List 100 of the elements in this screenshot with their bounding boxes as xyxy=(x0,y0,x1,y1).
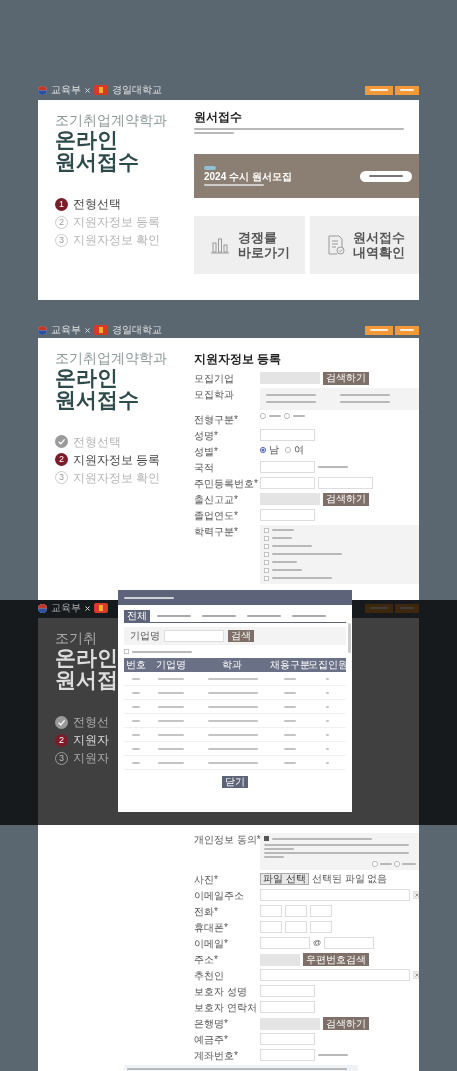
field-label: 성별* xyxy=(194,444,219,458)
program-title: 온라인 xyxy=(55,366,118,389)
badge xyxy=(204,166,216,170)
text-input[interactable] xyxy=(310,921,332,933)
program-title: 온라인 xyxy=(55,647,118,669)
text-input[interactable] xyxy=(285,905,307,917)
text-input[interactable] xyxy=(260,476,315,489)
blurred-text-drawing xyxy=(158,733,185,736)
blurred-text-drawing xyxy=(370,329,388,332)
search-button[interactable]: 검색하기 xyxy=(323,371,369,385)
section-heading: 지원자정보 등록 xyxy=(194,351,283,366)
banner-button[interactable] xyxy=(360,170,412,182)
text-input[interactable] xyxy=(260,508,315,521)
university-logo-icon xyxy=(94,85,108,95)
cross-icon xyxy=(85,327,90,333)
field-label: 계좌번호* xyxy=(194,1049,239,1062)
text-input[interactable] xyxy=(260,889,410,901)
blurred-text-drawing xyxy=(284,705,296,708)
readonly-field[interactable] xyxy=(260,372,320,384)
blurred-text-drawing xyxy=(325,747,329,750)
blurred-text-drawing xyxy=(208,719,259,722)
blurred-text-drawing xyxy=(208,705,259,708)
tab[interactable]: 전체 xyxy=(124,610,150,622)
text-input[interactable] xyxy=(260,1033,315,1045)
field-label: 이메일* xyxy=(194,937,229,950)
blurred-text-drawing xyxy=(325,719,329,722)
field-label: 사진* xyxy=(194,873,219,886)
blurred-text-drawing xyxy=(124,596,174,599)
scrollbar-thumb xyxy=(348,623,351,653)
close-icon xyxy=(413,891,419,899)
text-input[interactable] xyxy=(260,937,310,949)
shortcut-tile[interactable]: 원서접수 내역확인 xyxy=(310,216,419,274)
blurred-text-drawing xyxy=(208,677,259,680)
shortcut-tile[interactable]: 경쟁률 바로가기 xyxy=(194,216,305,274)
university-logo-icon xyxy=(94,325,108,336)
tile-label: 경쟁률 바로가기 xyxy=(237,230,290,260)
blurred-text-drawing xyxy=(284,747,296,750)
step-label: 전형선택 xyxy=(73,197,121,211)
blurred-text-drawing xyxy=(284,677,296,680)
field-label: 기업명 xyxy=(130,631,160,641)
search-button[interactable]: 검색하기 xyxy=(323,492,369,506)
text-input[interactable] xyxy=(164,630,224,642)
blurred-text-drawing xyxy=(400,329,414,332)
blurred-text-drawing xyxy=(131,733,140,736)
text-input[interactable] xyxy=(260,921,282,933)
file-status-text: 선택된 파일 없음 xyxy=(311,874,388,884)
tile-label: 원서접수 내역확인 xyxy=(352,230,405,260)
bar-chart-icon xyxy=(209,236,230,254)
search-button[interactable]: 검색 xyxy=(228,630,254,642)
readonly-field[interactable] xyxy=(260,493,320,505)
search-button[interactable]: 검색하기 xyxy=(323,1017,369,1030)
blurred-text-drawing xyxy=(131,747,140,750)
blurred-text-drawing xyxy=(132,650,192,653)
text-input[interactable] xyxy=(260,985,315,997)
field-label: 모집기업 xyxy=(194,371,235,385)
blurred-text-drawing xyxy=(284,719,296,722)
readonly-field[interactable] xyxy=(260,1017,320,1030)
field-label: 주민등록번호* xyxy=(194,476,256,490)
ministry-name: 교육부 xyxy=(51,325,81,336)
text-input[interactable] xyxy=(260,1001,315,1013)
file-button[interactable]: 파일 선택 xyxy=(260,873,309,885)
blurred-text-drawing xyxy=(131,719,140,722)
header-button[interactable] xyxy=(365,325,393,335)
emblem-icon xyxy=(38,325,47,335)
text-input[interactable] xyxy=(285,921,307,933)
field-label: 은행명* xyxy=(194,1017,229,1030)
text-input[interactable] xyxy=(310,905,332,917)
field-label: 모집학과 xyxy=(194,387,235,401)
text-input[interactable] xyxy=(260,428,315,441)
option-label: 남 xyxy=(269,444,279,455)
step-label: 전형선택 xyxy=(73,434,121,449)
step-label: 지원자 xyxy=(73,733,109,747)
text-input[interactable] xyxy=(324,937,375,949)
close-button[interactable]: 닫기 xyxy=(222,776,248,788)
blurred-text-drawing xyxy=(293,414,305,417)
field-label: 출신고교* xyxy=(194,492,239,506)
header-button[interactable] xyxy=(395,325,419,335)
step-label: 지원자정보 등록 xyxy=(73,215,161,229)
cross-icon xyxy=(85,87,90,93)
text-input[interactable] xyxy=(260,905,282,917)
blurred-text-drawing xyxy=(158,705,185,708)
header-button[interactable] xyxy=(395,85,419,95)
blurred-text-drawing xyxy=(158,719,185,722)
text-input[interactable] xyxy=(260,1049,315,1061)
university-name: 경일대학교 xyxy=(112,325,162,336)
blurred-text-drawing xyxy=(208,747,259,750)
readonly-field[interactable] xyxy=(260,953,300,966)
blurred-text-drawing xyxy=(318,465,348,468)
zip-search-button[interactable]: 우편번호검색 xyxy=(303,953,369,966)
close-icon xyxy=(413,971,419,979)
program-subtitle: 조기취 xyxy=(55,630,97,647)
text-input[interactable] xyxy=(318,476,373,489)
field-label: 전화* xyxy=(194,905,219,918)
column-header: 모집인원 xyxy=(308,660,346,670)
header-button[interactable] xyxy=(365,85,393,95)
step-number-badge: 2 xyxy=(55,453,68,466)
field-label: 주소* xyxy=(194,953,219,966)
text-input[interactable] xyxy=(260,460,315,473)
ministry-name: 교육부 xyxy=(51,85,81,95)
text-input[interactable] xyxy=(260,969,410,981)
